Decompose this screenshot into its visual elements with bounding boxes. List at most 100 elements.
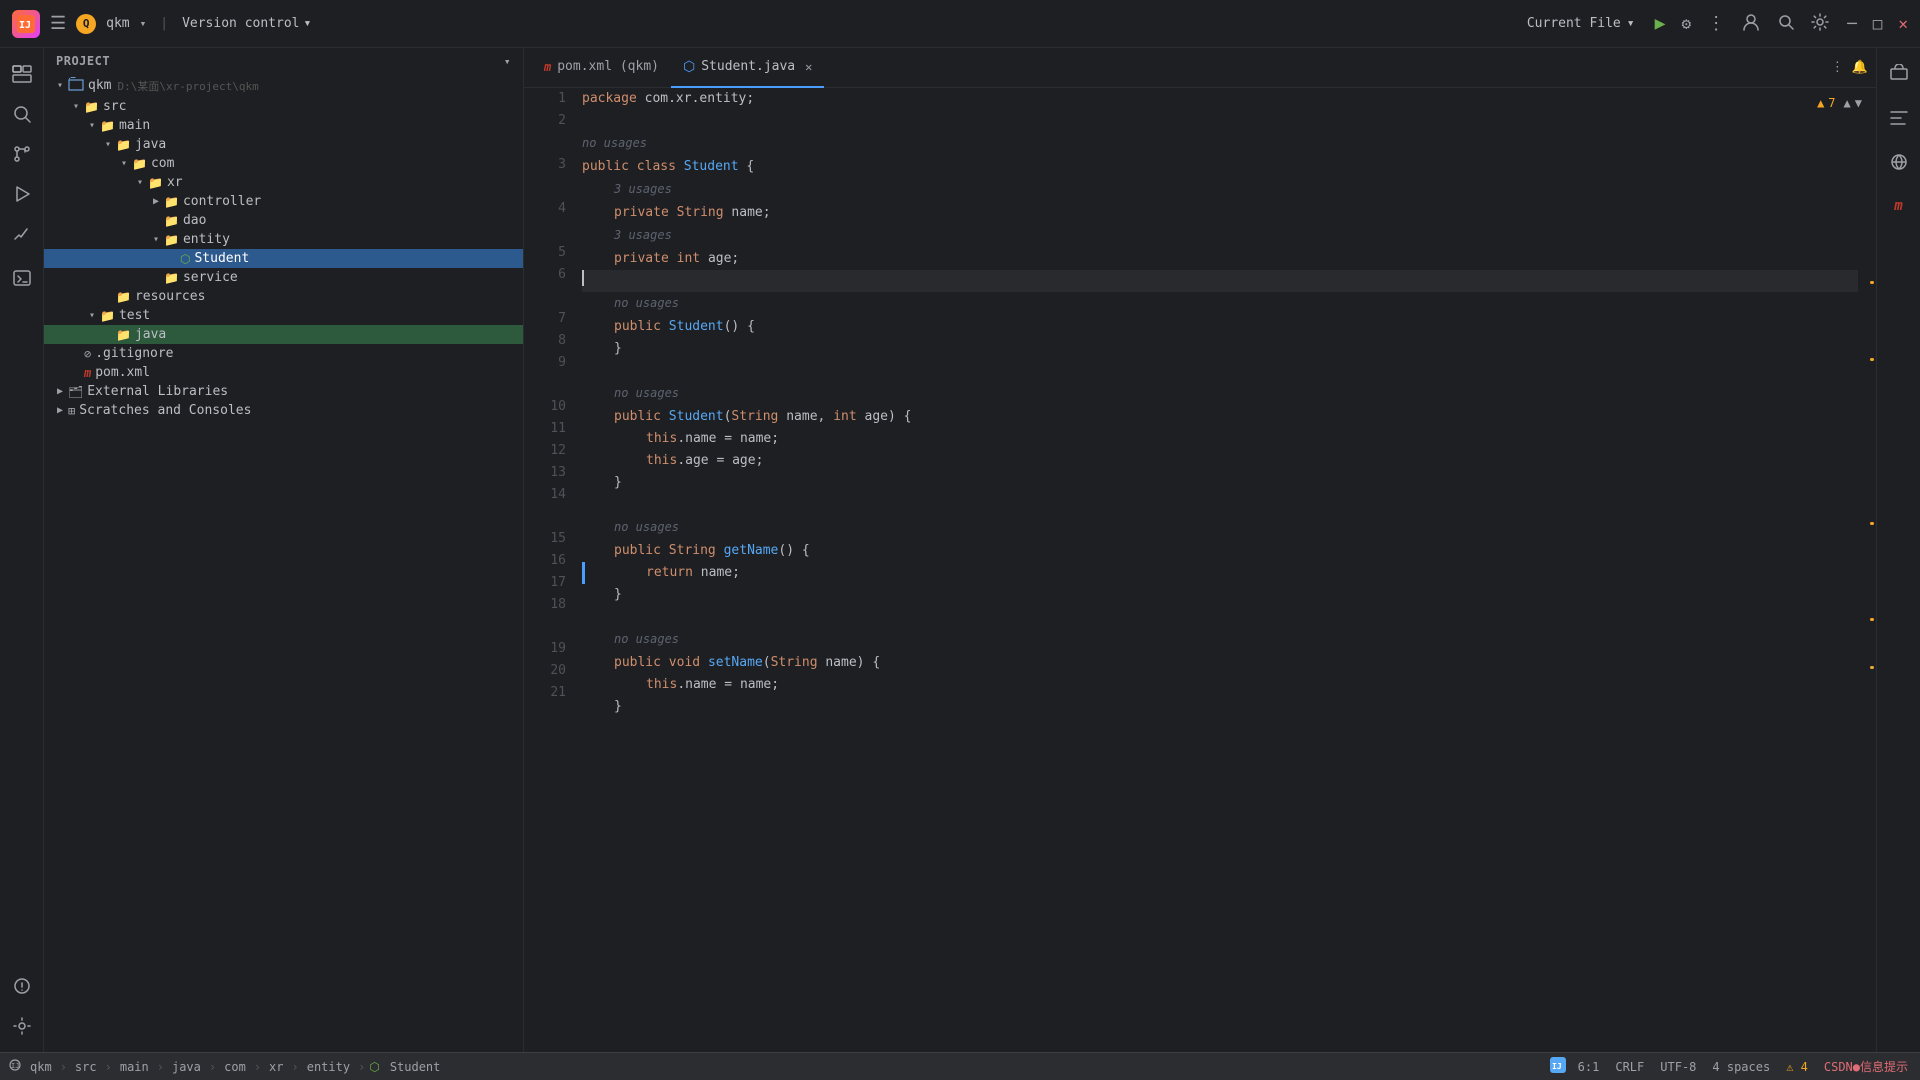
activity-run-icon[interactable] [4,176,40,212]
tree-item-controller[interactable]: ▶ 📁 controller [44,192,523,211]
right-maven-icon[interactable]: m [1881,188,1917,224]
tree-item-src[interactable]: ▾ 📁 src [44,97,523,116]
warning-badge[interactable]: ▲ 7 ▲ ▼ [1817,96,1862,110]
tree-arrow-test: ▾ [84,310,100,321]
code-text-19: public void setName(String name) { [582,652,880,674]
code-text-11: this.name = name; [582,428,779,450]
tree-item-scratches[interactable]: ▶ ⊞ Scratches and Consoles [44,401,523,420]
current-file-button[interactable]: Current File ▾ [1517,12,1645,35]
status-breadcrumb: IJ qkm › src › main › java › com › xr › … [8,1058,444,1075]
svg-text:IJ: IJ [11,1062,19,1070]
tree-item-test-java[interactable]: ▶ 📁 java [44,325,523,344]
status-project-name[interactable]: qkm [26,1060,56,1074]
resources-folder-icon: 📁 [116,290,131,304]
warning-up-arrow[interactable]: ▲ [1844,96,1851,110]
status-src[interactable]: src [71,1060,101,1074]
tree-item-student[interactable]: ▶ ⬡ Student [44,249,523,268]
src-folder-icon: 📁 [84,100,99,114]
debug-button[interactable]: ⚙ [1681,14,1691,33]
tree-label-main: main [119,118,150,133]
tree-arrow-qkm: ▾ [52,80,68,91]
student-tab-label: Student.java [701,59,795,74]
scrollbar-marker-4 [1870,618,1874,621]
tree-item-com[interactable]: ▾ 📁 com [44,154,523,173]
tree-item-test[interactable]: ▾ 📁 test [44,306,523,325]
code-text-3: public class Student { [582,156,754,178]
tree-item-dao[interactable]: ▶ 📁 dao [44,211,523,230]
sidebar: Project ▾ ▾ qkm D:\某面\xr-project\qkm ▾ 📁… [44,48,524,1052]
tree-item-gitignore[interactable]: ▶ ⊘ .gitignore [44,344,523,363]
status-student[interactable]: Student [386,1060,445,1074]
titlebar-actions: ▶ ⚙ ⋮ [1655,12,1829,36]
activity-terminal-icon[interactable] [4,260,40,296]
minimize-button[interactable]: ─ [1847,14,1857,33]
settings-button[interactable] [1811,13,1829,35]
tree-item-java-src[interactable]: ▾ 📁 java [44,135,523,154]
status-csdn[interactable]: CSDN●信息提示 [1820,1058,1912,1075]
code-area[interactable]: package com.xr.entity; no usages public … [574,88,1866,1052]
activity-problems-icon[interactable] [4,968,40,1004]
status-cursor-pos[interactable]: 6:1 [1574,1060,1604,1074]
tree-item-main[interactable]: ▾ 📁 main [44,116,523,135]
project-name[interactable]: qkm [106,16,129,31]
tree-item-pom[interactable]: ▶ m pom.xml [44,363,523,382]
status-indent[interactable]: 4 spaces [1708,1060,1774,1074]
menu-button[interactable]: ☰ [50,13,66,34]
code-text-20: this.name = name; [582,674,779,696]
status-com[interactable]: com [220,1060,250,1074]
status-encoding[interactable]: UTF-8 [1656,1060,1700,1074]
more-button[interactable]: ⋮ [1707,13,1725,34]
sidebar-chevron[interactable]: ▾ [504,55,511,68]
code-line-8: } [582,338,1858,360]
activity-settings-icon[interactable] [4,1008,40,1044]
activity-build-icon[interactable] [4,216,40,252]
tree-item-ext-libs[interactable]: ▶ 🗂 External Libraries [44,382,523,401]
notifications-bell[interactable]: 🔔 [1852,60,1868,75]
tree-label-resources: resources [135,289,205,304]
tab-pom[interactable]: m pom.xml (qkm) [532,48,671,88]
status-entity[interactable]: entity [303,1060,354,1074]
status-line-ending[interactable]: CRLF [1611,1060,1648,1074]
editor-content[interactable]: 1 2 3 4 5 6 7 8 9 10 11 12 13 14 15 16 1… [524,88,1876,1052]
maximize-button[interactable]: □ [1873,14,1883,33]
right-panel: m [1876,48,1920,1052]
tree-item-service[interactable]: ▶ 📁 service [44,268,523,287]
close-button[interactable]: ✕ [1898,14,1908,33]
right-structure-icon[interactable] [1881,100,1917,136]
version-control-button[interactable]: Version control ▾ [182,16,311,31]
status-bar: IJ qkm › src › main › java › com › xr › … [0,1052,1920,1080]
right-notifications-icon[interactable] [1881,56,1917,92]
code-text-16: return name; [585,562,740,584]
hint-19: no usages [582,628,1858,650]
right-global-icon[interactable] [1881,144,1917,180]
tree-label-java-src: java [135,137,166,152]
activity-bar [0,48,44,1052]
tab-more-button[interactable]: ⋮ [1831,60,1844,75]
activity-search-icon[interactable] [4,96,40,132]
status-main[interactable]: main [116,1060,153,1074]
project-chevron[interactable]: ▾ [140,17,147,30]
code-line-11: this.name = name; [582,428,1858,450]
tree-item-xr[interactable]: ▾ 📁 xr [44,173,523,192]
search-button[interactable] [1777,13,1795,35]
entity-folder-icon: 📁 [164,233,179,247]
editor-scrollbar[interactable] [1866,88,1876,1052]
tab-student[interactable]: ⬡ Student.java ✕ [671,48,824,88]
tree-item-entity[interactable]: ▾ 📁 entity [44,230,523,249]
run-button[interactable]: ▶ [1655,13,1666,34]
service-folder-icon: 📁 [164,271,179,285]
qkm-folder-icon [68,76,84,95]
tree-label-entity: entity [183,232,230,247]
code-line-6 [582,270,1858,292]
tree-item-qkm[interactable]: ▾ qkm D:\某面\xr-project\qkm [44,74,523,97]
profile-icon[interactable] [1741,12,1761,36]
code-text-12: this.age = age; [582,450,763,472]
tree-item-resources[interactable]: ▶ 📁 resources [44,287,523,306]
status-java[interactable]: java [168,1060,205,1074]
status-warning[interactable]: ⚠ 4 [1782,1060,1812,1074]
activity-project-icon[interactable] [4,56,40,92]
status-xr[interactable]: xr [265,1060,287,1074]
student-tab-close[interactable]: ✕ [805,60,812,74]
activity-git-icon[interactable] [4,136,40,172]
warning-down-arrow[interactable]: ▼ [1855,96,1862,110]
